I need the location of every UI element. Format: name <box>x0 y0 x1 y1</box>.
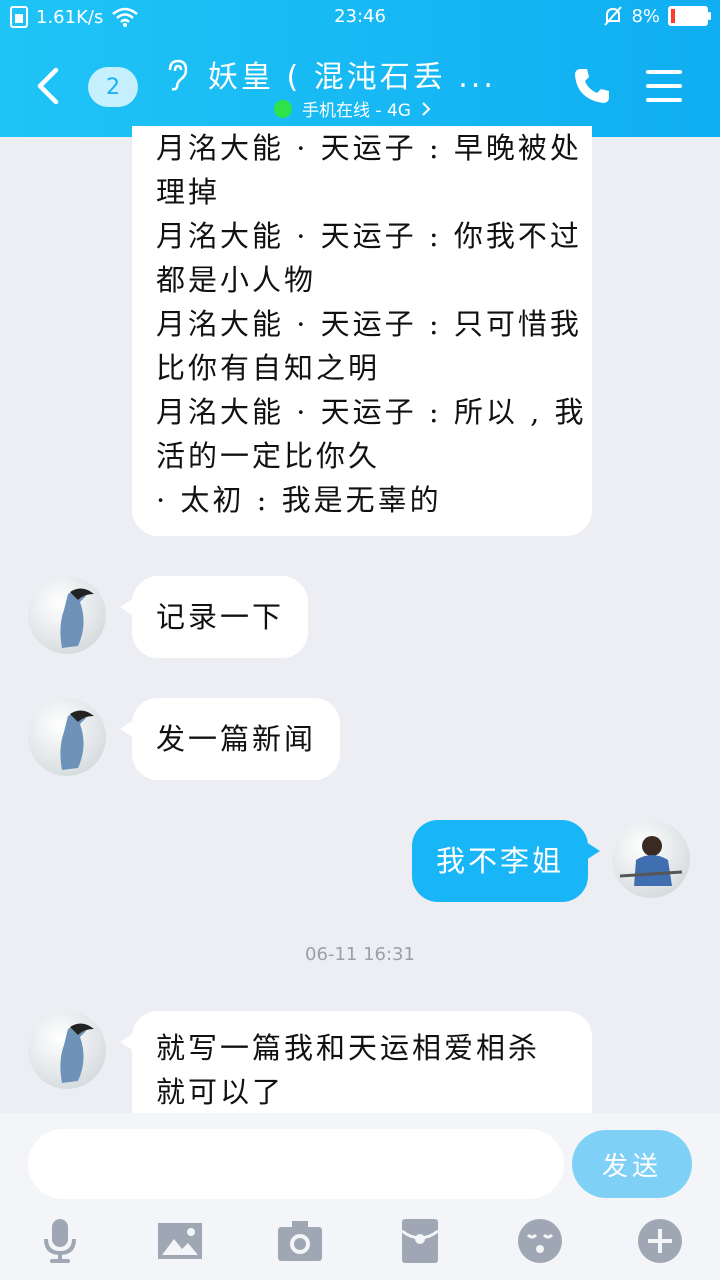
ear-icon[interactable] <box>164 58 192 92</box>
chat-title[interactable]: 妖皇 ( 混沌石丢 ... <box>208 52 496 96</box>
message-line: 月洺大能 · 天运子 : 早晚被处 <box>156 131 582 165</box>
outgoing-message-bubble[interactable]: 我不李姐 <box>412 820 600 902</box>
contact-avatar[interactable] <box>28 576 106 654</box>
message-timestamp: 06-11 16:31 <box>305 944 415 965</box>
message-bubble[interactable]: 发一篇新闻 <box>119 698 341 780</box>
message-text: 记录一下 <box>156 600 285 634</box>
message-text: 就写一篇我和天运相爱相杀 <box>156 1031 541 1065</box>
message-text: 就可以了 <box>156 1075 285 1109</box>
status-right: 8% <box>603 5 711 27</box>
status-bar: 1.61K/s 23:46 8% <box>0 0 720 34</box>
menu-icon[interactable] <box>646 70 682 102</box>
input-bar: 发送 <box>0 1113 720 1280</box>
mic-icon[interactable] <box>36 1217 84 1265</box>
message-line: 理掉 <box>156 175 221 209</box>
battery-percent: 8% <box>631 5 660 27</box>
quoted-message-bubble[interactable]: 月洺大能 · 天运子 : 早晚被处 理掉 月洺大能 · 天运子 : 你我不过 都… <box>132 126 592 536</box>
message-line: · 太初 : 我是无辜的 <box>156 483 442 517</box>
top-bar: 1.61K/s 23:46 8% 2 妖皇 ( 混沌石丢 ... 手机在线 - <box>0 0 720 137</box>
message-bubble[interactable]: 记录一下 <box>119 576 309 658</box>
battery-icon <box>668 6 711 26</box>
plus-icon[interactable] <box>636 1217 684 1265</box>
message-input[interactable] <box>28 1129 564 1199</box>
message-line: 活的一定比你久 <box>156 439 381 473</box>
back-icon[interactable] <box>28 64 68 108</box>
message-line: 月洺大能 · 天运子 : 只可惜我 <box>156 307 582 341</box>
chevron-right-icon <box>422 101 431 116</box>
message-line: 都是小人物 <box>156 263 317 297</box>
message-line: 比你有自知之明 <box>156 351 381 385</box>
send-button[interactable]: 发送 <box>572 1130 692 1198</box>
camera-icon[interactable] <box>276 1217 324 1265</box>
phone-icon[interactable] <box>572 66 612 106</box>
red-packet-icon[interactable] <box>396 1217 444 1265</box>
my-avatar[interactable] <box>612 820 690 898</box>
unread-badge[interactable]: 2 <box>88 67 138 107</box>
online-status-label: 手机在线 - 4G <box>302 101 411 121</box>
mute-bell-icon <box>604 6 623 26</box>
contact-avatar[interactable] <box>28 698 106 776</box>
message-text: 发一篇新闻 <box>156 722 317 756</box>
message-line: 月洺大能 · 天运子 : 所以 , 我 <box>156 395 587 429</box>
online-status[interactable]: 手机在线 - 4G <box>274 96 431 121</box>
emoji-icon[interactable] <box>516 1217 564 1265</box>
message-text: 我不李姐 <box>436 844 565 878</box>
online-dot <box>274 99 292 118</box>
contact-avatar[interactable] <box>28 1011 106 1089</box>
image-icon[interactable] <box>156 1217 204 1265</box>
message-line: 月洺大能 · 天运子 : 你我不过 <box>156 219 582 253</box>
